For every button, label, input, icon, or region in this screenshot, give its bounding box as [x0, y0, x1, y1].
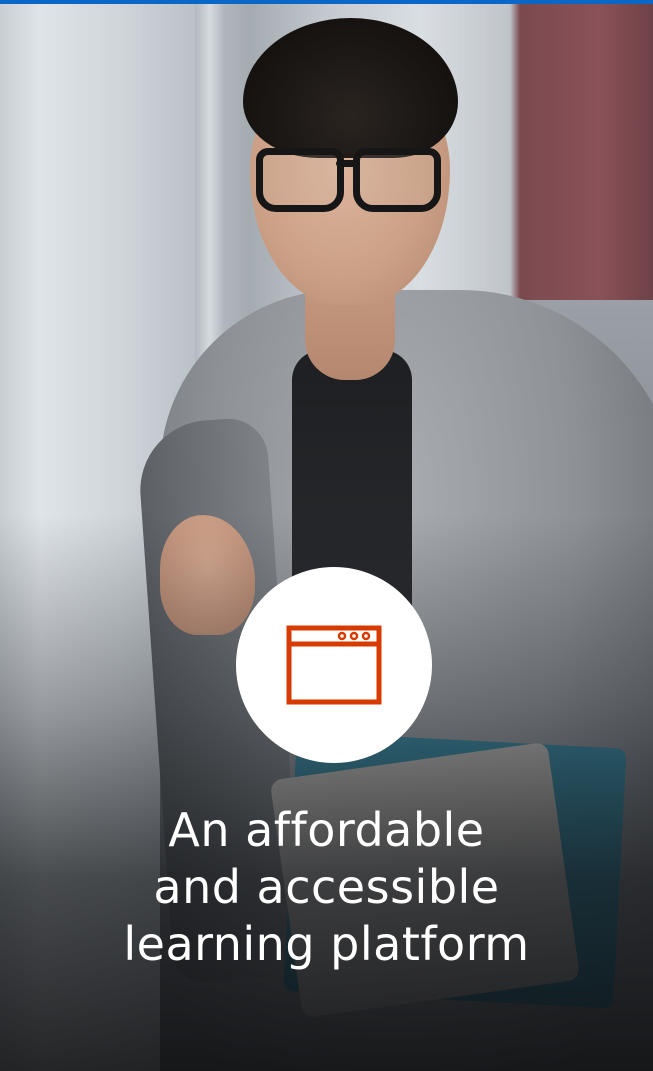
promo-headline: An affordable and accessible learning pl…: [0, 802, 653, 973]
top-accent-bar: [0, 0, 653, 4]
browser-window-icon: [286, 625, 382, 705]
icon-badge: [236, 567, 432, 763]
headline-line-2: and accessible: [153, 860, 500, 914]
promo-card: An affordable and accessible learning pl…: [0, 0, 653, 1071]
headline-line-1: An affordable: [168, 803, 485, 857]
headline-line-3: learning platform: [123, 917, 530, 971]
